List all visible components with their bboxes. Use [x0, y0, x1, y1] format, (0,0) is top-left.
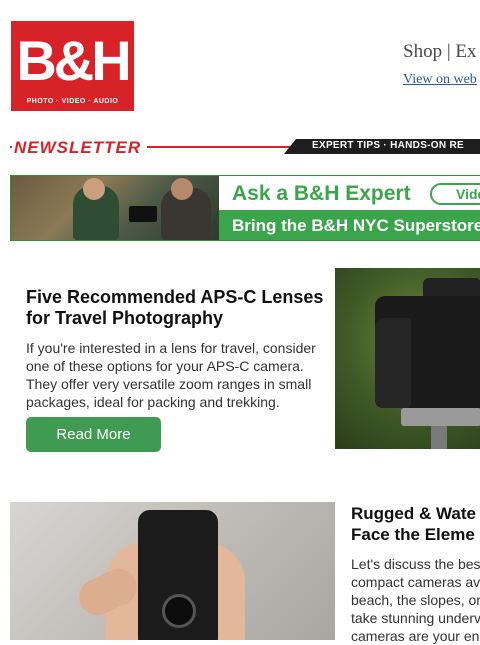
nav-link-ex[interactable]: Ex — [455, 41, 476, 62]
article-title[interactable]: Five Recommended APS-C Lenses for Travel… — [26, 287, 326, 329]
article-body-rugged: Let's discuss the bes compact cameras av… — [351, 555, 480, 645]
article-body-line: Let's discuss the bes — [351, 556, 480, 572]
banner-person-right-head — [171, 178, 193, 200]
newsletter-tagline-bar: EXPERT TIPS · HANDS-ON RE — [284, 139, 480, 154]
banner-subtitle: Bring the B&H NYC Superstore Ri — [232, 216, 480, 235]
logo-wordmark: B&H — [16, 29, 131, 92]
banner-photo — [11, 176, 219, 240]
banner-footer: Bring the B&H NYC Superstore Ri — [219, 210, 480, 240]
article-body-line: take stunning underv — [351, 610, 480, 626]
newsletter-tagline: EXPERT TIPS · HANDS-ON RE — [312, 140, 464, 151]
article-image-rugged-camera[interactable] — [10, 502, 335, 640]
banner-header: Ask a B&H Expert Video — [219, 176, 480, 210]
article-body-line: beach, the slopes, or — [351, 592, 480, 608]
logo-tagline: PHOTO · VIDEO · AUDIO — [26, 98, 119, 105]
read-more-button[interactable]: Read More — [26, 417, 161, 452]
camera-grip — [375, 318, 411, 408]
newsletter-title: NEWSLETTER — [12, 138, 148, 158]
banner-video-button[interactable]: Video — [430, 183, 480, 205]
header-nav: Shop | Ex — [403, 41, 477, 63]
bh-logo[interactable]: B&H PHOTO · VIDEO · AUDIO — [10, 20, 135, 112]
banner-person-left-head — [83, 178, 105, 200]
article-body: If you're interested in a lens for trave… — [26, 340, 316, 410]
nav-link-shop[interactable]: Shop — [403, 41, 442, 62]
article-image-camera[interactable] — [335, 268, 480, 449]
rugged-camera-lens — [162, 594, 196, 628]
tripod-leg — [431, 426, 447, 449]
banner-camera — [129, 206, 157, 222]
article-body-line: cameras are your en — [351, 628, 480, 644]
article-title-line: Rugged & Wate — [351, 504, 476, 523]
article-title-rugged[interactable]: Rugged & Wate Face the Eleme — [351, 503, 480, 545]
article-title-line: Face the Eleme — [351, 525, 475, 544]
ask-expert-banner[interactable]: Ask a B&H Expert Video Bring the B&H NYC… — [10, 175, 480, 241]
article-body-line: compact cameras av — [351, 574, 480, 590]
nav-separator: | — [442, 41, 456, 62]
tripod-head — [401, 408, 480, 426]
banner-video-label: Video — [456, 186, 480, 202]
banner-title: Ask a B&H Expert — [232, 182, 411, 205]
view-on-web-link[interactable]: View on web — [403, 72, 477, 88]
